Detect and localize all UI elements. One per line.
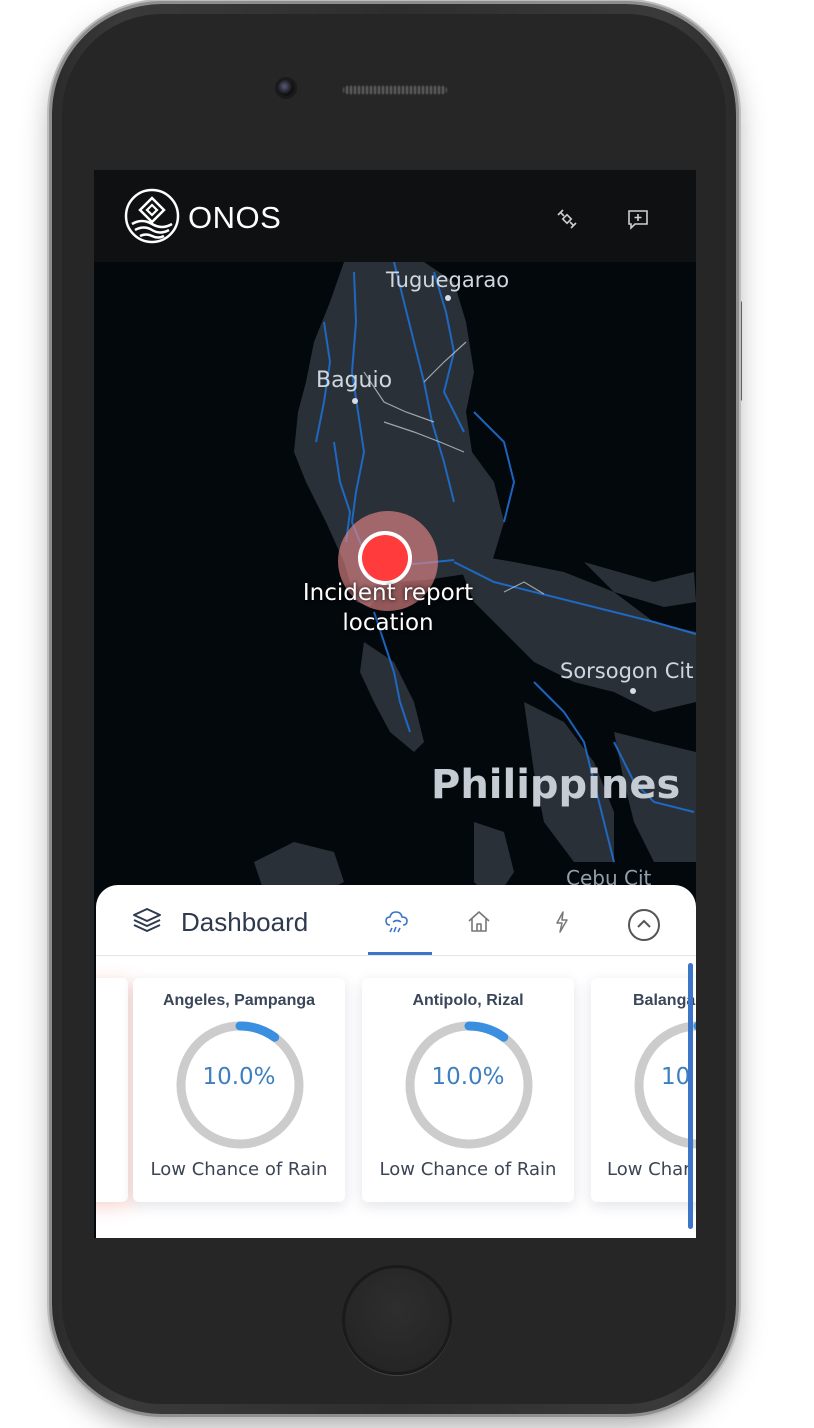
map-label-baguio: Baguio	[316, 368, 393, 393]
card-location: Antipolo, Rizal	[412, 992, 524, 1009]
weather-tab-icon[interactable]	[384, 909, 410, 935]
weather-card[interactable]: Antipolo, Rizal 10.0% Low Chance of Rain	[362, 978, 574, 1202]
home-tab-icon[interactable]	[466, 909, 492, 935]
rain-percentage: 10.0%	[431, 1064, 505, 1090]
card-location: Balanga	[633, 992, 696, 1009]
rain-percentage: 10	[661, 1064, 691, 1090]
rain-percentage: 10.0%	[202, 1064, 276, 1090]
weather-card[interactable]: Angeles, Pampanga 10.0% Low Chance of Ra…	[133, 978, 345, 1202]
map-label-tuguegarao: Tuguegarao	[386, 268, 510, 292]
scrollbar[interactable]	[688, 963, 693, 1229]
onos-logo-icon	[124, 188, 180, 244]
map-label-sorsogon: Sorsogon Cit	[560, 659, 694, 683]
dashboard-tabs: Dashboard	[96, 885, 696, 956]
dashboard-panel: Dashboard Angeles, Pampanga 10.0% Low Ch…	[96, 885, 696, 1238]
collapse-button[interactable]	[628, 909, 660, 941]
rain-chance-label: Low Chance of Rain	[150, 1159, 328, 1180]
satellite-icon[interactable]	[556, 208, 578, 230]
weather-card-partial[interactable]	[96, 978, 128, 1202]
front-camera	[278, 80, 294, 96]
weather-card[interactable]: Balanga 10 Low Char	[591, 978, 696, 1202]
map-label-philippines: Philippines	[431, 762, 681, 808]
incident-marker[interactable]	[362, 535, 408, 581]
dashboard-title: Dashboard	[181, 907, 309, 937]
app-header: ONOS	[94, 170, 696, 262]
layers-icon	[133, 908, 161, 932]
weather-cards[interactable]: Angeles, Pampanga 10.0% Low Chance of Ra…	[96, 957, 696, 1238]
earpiece-speaker	[342, 85, 448, 95]
rain-chance-label: Low Chance of Rain	[379, 1159, 557, 1180]
card-location: Angeles, Pampanga	[162, 992, 316, 1009]
brand-name: ONOS	[188, 200, 282, 235]
app-screen: ONOS Tuguegarao Baguio Sorsogon Cit Phil…	[94, 170, 696, 1238]
rain-chance-label: Low Char	[607, 1159, 691, 1180]
incident-label: Incident report location	[302, 580, 474, 636]
report-add-icon[interactable]	[627, 208, 649, 230]
chevron-up-icon	[637, 919, 651, 928]
active-tab-indicator	[368, 952, 432, 955]
power-button	[736, 300, 742, 402]
home-button	[342, 1265, 452, 1375]
power-tab-icon[interactable]	[549, 909, 575, 935]
